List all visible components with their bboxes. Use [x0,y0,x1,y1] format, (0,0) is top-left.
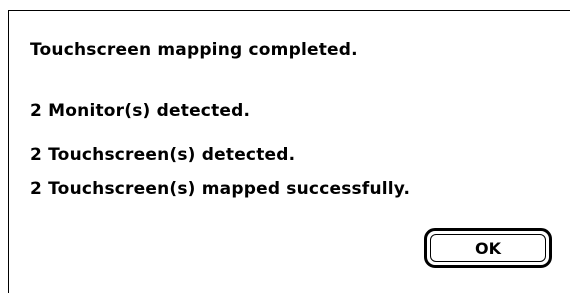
dialog-top-border [8,10,570,11]
touchscreens-mapped-message: 2 Touchscreen(s) mapped successfully. [30,179,411,199]
monitors-detected-message: 2 Monitor(s) detected. [30,101,251,121]
dialog-left-border [8,10,9,293]
touchscreens-detected-message: 2 Touchscreen(s) detected. [30,145,296,165]
mapping-completed-message: Touchscreen mapping completed. [30,40,358,60]
ok-button[interactable]: OK [430,234,546,262]
default-button-ring: OK [424,228,552,268]
alert-dialog: Touchscreen mapping completed. 2 Monitor… [0,0,570,293]
